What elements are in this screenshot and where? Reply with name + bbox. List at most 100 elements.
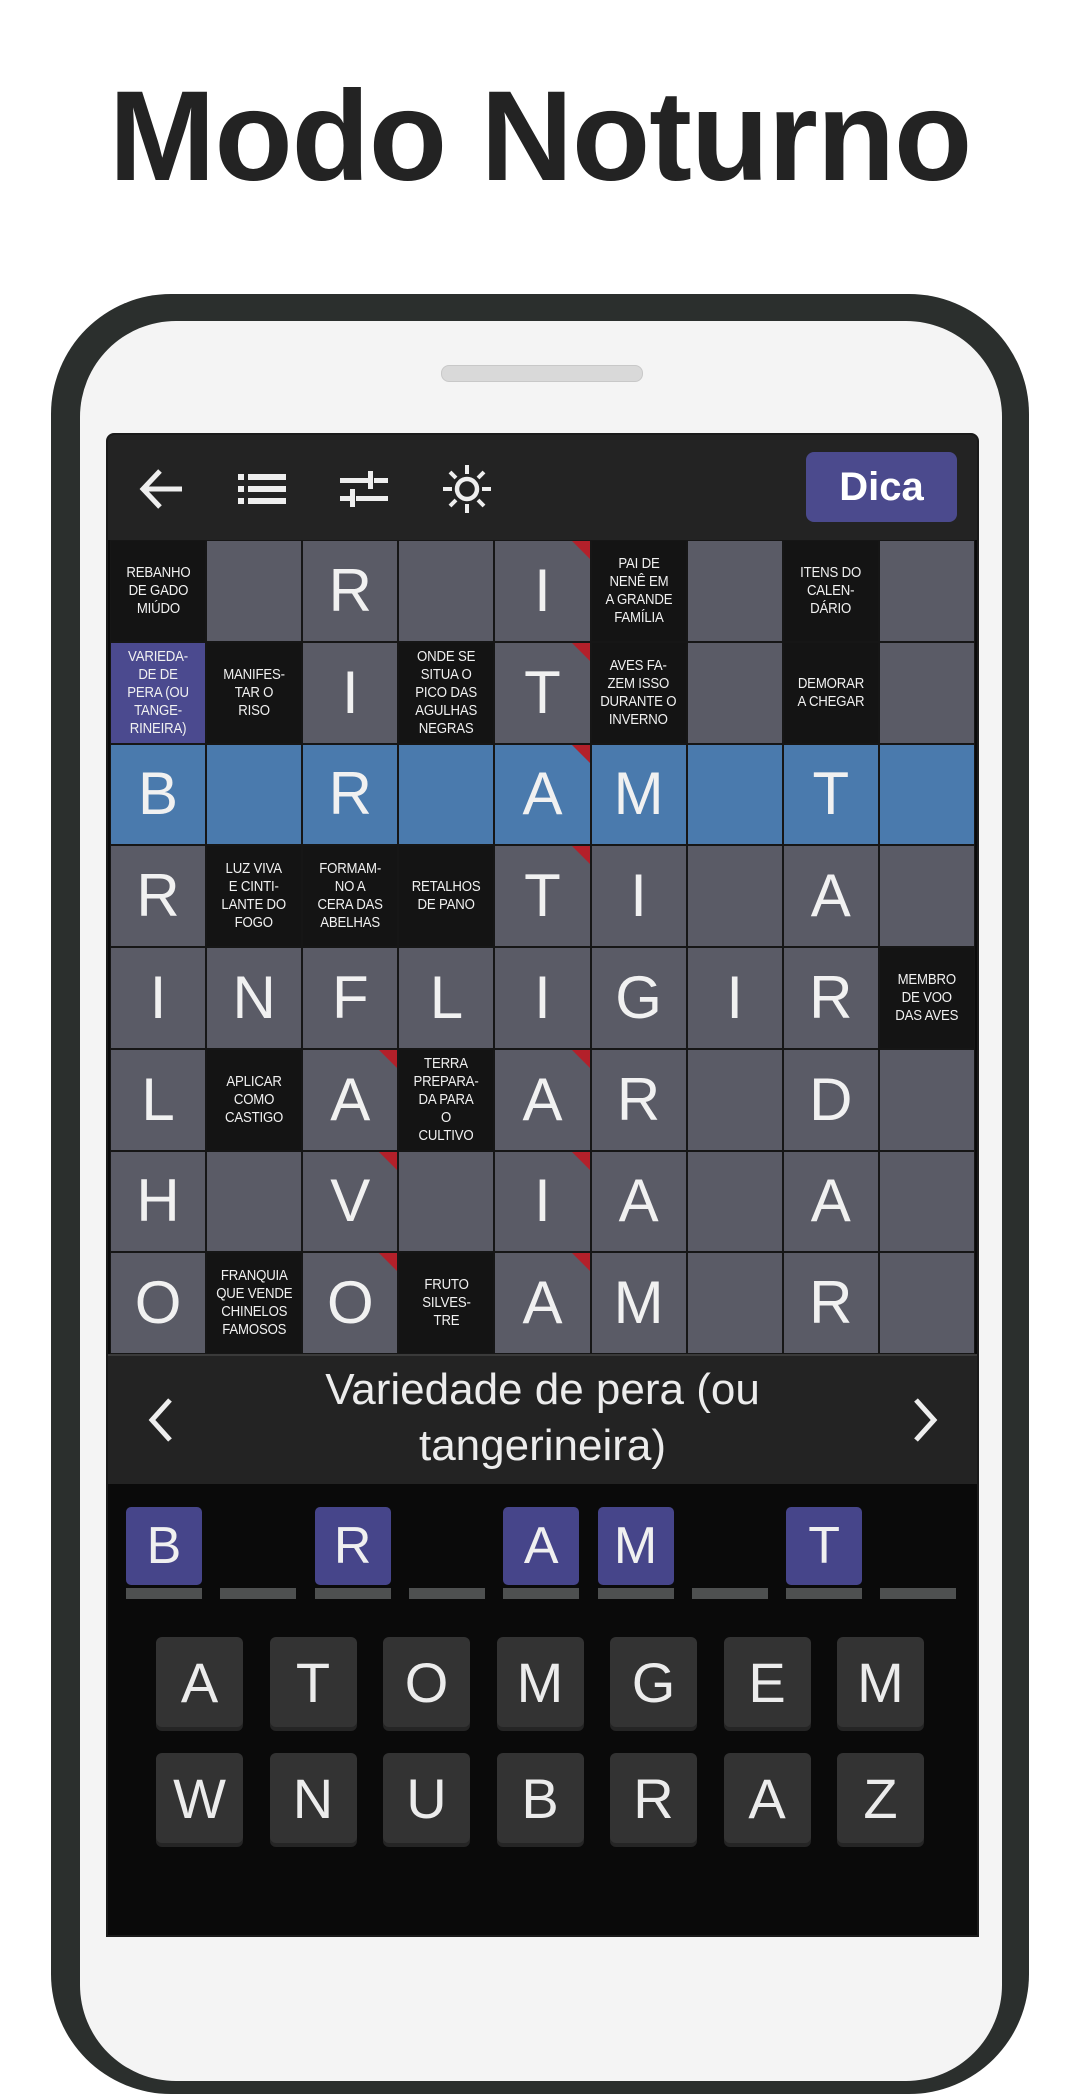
empty-cell[interactable]	[398, 743, 495, 846]
letter-cell[interactable]: L	[398, 947, 495, 1049]
empty-cell[interactable]	[686, 743, 783, 846]
sun-icon[interactable]	[441, 463, 493, 515]
answer-slot[interactable]	[220, 1507, 297, 1599]
key-e[interactable]: E	[723, 1637, 811, 1727]
key-m[interactable]: M	[496, 1637, 584, 1727]
letter-cell[interactable]: R	[782, 947, 879, 1049]
letter-cell[interactable]: I	[590, 845, 687, 947]
chevron-right-icon[interactable]	[900, 1392, 950, 1448]
key-w[interactable]: W	[156, 1753, 243, 1843]
answer-slot[interactable]: M	[597, 1507, 674, 1599]
empty-cell[interactable]	[878, 845, 975, 947]
letter-cell[interactable]: A	[494, 743, 591, 846]
letter-cell[interactable]: M	[590, 743, 687, 846]
clue-cell[interactable]: ITENS DO CALEN- DÁRIO	[782, 540, 879, 642]
key-m[interactable]: M	[837, 1637, 924, 1727]
clue-cell[interactable]: MEMBRO DE VOO DAS AVES	[878, 947, 975, 1049]
empty-cell[interactable]	[878, 743, 975, 846]
letter-cell[interactable]: A	[782, 845, 879, 947]
letter-cell[interactable]: R	[110, 845, 207, 947]
empty-cell[interactable]	[206, 743, 303, 846]
arrow-left-icon[interactable]	[136, 463, 188, 515]
clue-cell[interactable]: ONDE SE SITUA O PICO DAS AGULHAS NEGRAS	[398, 641, 495, 744]
letter-cell[interactable]: N	[206, 947, 303, 1049]
letter-cell[interactable]: O	[302, 1252, 399, 1354]
clue-cell[interactable]: AVES FA- ZEM ISSO DURANTE O INVERNO	[590, 641, 687, 744]
empty-cell[interactable]	[206, 1150, 303, 1253]
empty-cell[interactable]	[686, 1048, 783, 1151]
empty-cell[interactable]	[686, 1252, 783, 1354]
letter-cell[interactable]: D	[782, 1048, 879, 1151]
hint-button[interactable]: Dica	[806, 452, 957, 522]
key-b[interactable]: B	[496, 1753, 584, 1843]
letter-cell[interactable]: I	[494, 947, 591, 1049]
empty-cell[interactable]	[878, 641, 975, 744]
letter-cell[interactable]: A	[494, 1048, 591, 1151]
clue-cell[interactable]: FORMAM- NO A CERA DAS ABELHAS	[302, 845, 399, 947]
clue-cell[interactable]: LUZ VIVA E CINTI- LANTE DO FOGO	[206, 845, 303, 947]
sliders-icon[interactable]	[338, 463, 390, 515]
letter-cell[interactable]: T	[782, 743, 879, 846]
key-a[interactable]: A	[723, 1753, 811, 1843]
key-o[interactable]: O	[383, 1637, 470, 1727]
letter-cell[interactable]: A	[782, 1150, 879, 1253]
answer-slot[interactable]: R	[314, 1507, 391, 1599]
letter-cell[interactable]: A	[494, 1252, 591, 1354]
letter-cell[interactable]: O	[110, 1252, 207, 1354]
letter-cell[interactable]: L	[110, 1048, 207, 1151]
key-n[interactable]: N	[269, 1753, 357, 1843]
empty-cell[interactable]	[878, 1150, 975, 1253]
clue-cell[interactable]: FRANQUIA QUE VENDE CHINELOS FAMOSOS	[206, 1252, 303, 1354]
chevron-left-icon[interactable]	[136, 1392, 186, 1448]
clue-cell[interactable]: MANIFES- TAR O RISO	[206, 641, 303, 744]
key-g[interactable]: G	[610, 1637, 697, 1727]
empty-cell[interactable]	[878, 1048, 975, 1151]
answer-slot[interactable]	[408, 1507, 485, 1599]
letter-cell[interactable]: G	[590, 947, 687, 1049]
empty-cell[interactable]	[398, 1150, 495, 1253]
letter-cell[interactable]: V	[302, 1150, 399, 1253]
empty-cell[interactable]	[686, 540, 783, 642]
key-r[interactable]: R	[610, 1753, 697, 1843]
letter-cell[interactable]: I	[686, 947, 783, 1049]
letter-cell[interactable]: I	[494, 1150, 591, 1253]
answer-slot[interactable]: A	[503, 1507, 580, 1599]
letter-cell[interactable]: I	[110, 947, 207, 1049]
clue-cell[interactable]: TERRA PREPARA- DA PARA O CULTIVO	[398, 1048, 495, 1151]
list-icon[interactable]	[236, 463, 288, 515]
letter-cell[interactable]: T	[494, 641, 591, 744]
letter-cell[interactable]: R	[302, 540, 399, 642]
letter-cell[interactable]: A	[590, 1150, 687, 1253]
letter-cell[interactable]: M	[590, 1252, 687, 1354]
letter-cell[interactable]: H	[110, 1150, 207, 1253]
key-a[interactable]: A	[156, 1637, 243, 1727]
letter-cell[interactable]: T	[494, 845, 591, 947]
answer-slot[interactable]	[880, 1507, 957, 1599]
empty-cell[interactable]	[206, 540, 303, 642]
key-t[interactable]: T	[269, 1637, 357, 1727]
answer-slot[interactable]: T	[786, 1507, 863, 1599]
letter-cell[interactable]: R	[302, 743, 399, 846]
answer-slot[interactable]: B	[126, 1507, 202, 1599]
empty-cell[interactable]	[686, 845, 783, 947]
empty-cell[interactable]	[398, 540, 495, 642]
key-z[interactable]: Z	[837, 1753, 924, 1843]
letter-cell[interactable]: F	[302, 947, 399, 1049]
letter-cell[interactable]: R	[782, 1252, 879, 1354]
clue-cell[interactable]: VARIEDA- DE DE PERA (OU TANGE- RINEIRA)	[110, 641, 207, 744]
letter-cell[interactable]: B	[110, 743, 207, 846]
key-u[interactable]: U	[383, 1753, 470, 1843]
empty-cell[interactable]	[878, 1252, 975, 1354]
clue-cell[interactable]: APLICAR COMO CASTIGO	[206, 1048, 303, 1151]
empty-cell[interactable]	[878, 540, 975, 642]
clue-cell[interactable]: REBANHO DE GADO MIÚDO	[110, 540, 207, 642]
answer-slot[interactable]	[691, 1507, 768, 1599]
letter-cell[interactable]: R	[590, 1048, 687, 1151]
clue-cell[interactable]: DEMORAR A CHEGAR	[782, 641, 879, 744]
letter-cell[interactable]: A	[302, 1048, 399, 1151]
clue-cell[interactable]: PAI DE NENÊ EM A GRANDE FAMÍLIA	[590, 540, 687, 642]
letter-cell[interactable]: I	[302, 641, 399, 744]
clue-cell[interactable]: FRUTO SILVES- TRE	[398, 1252, 495, 1354]
letter-cell[interactable]: I	[494, 540, 591, 642]
clue-cell[interactable]: RETALHOS DE PANO	[398, 845, 495, 947]
